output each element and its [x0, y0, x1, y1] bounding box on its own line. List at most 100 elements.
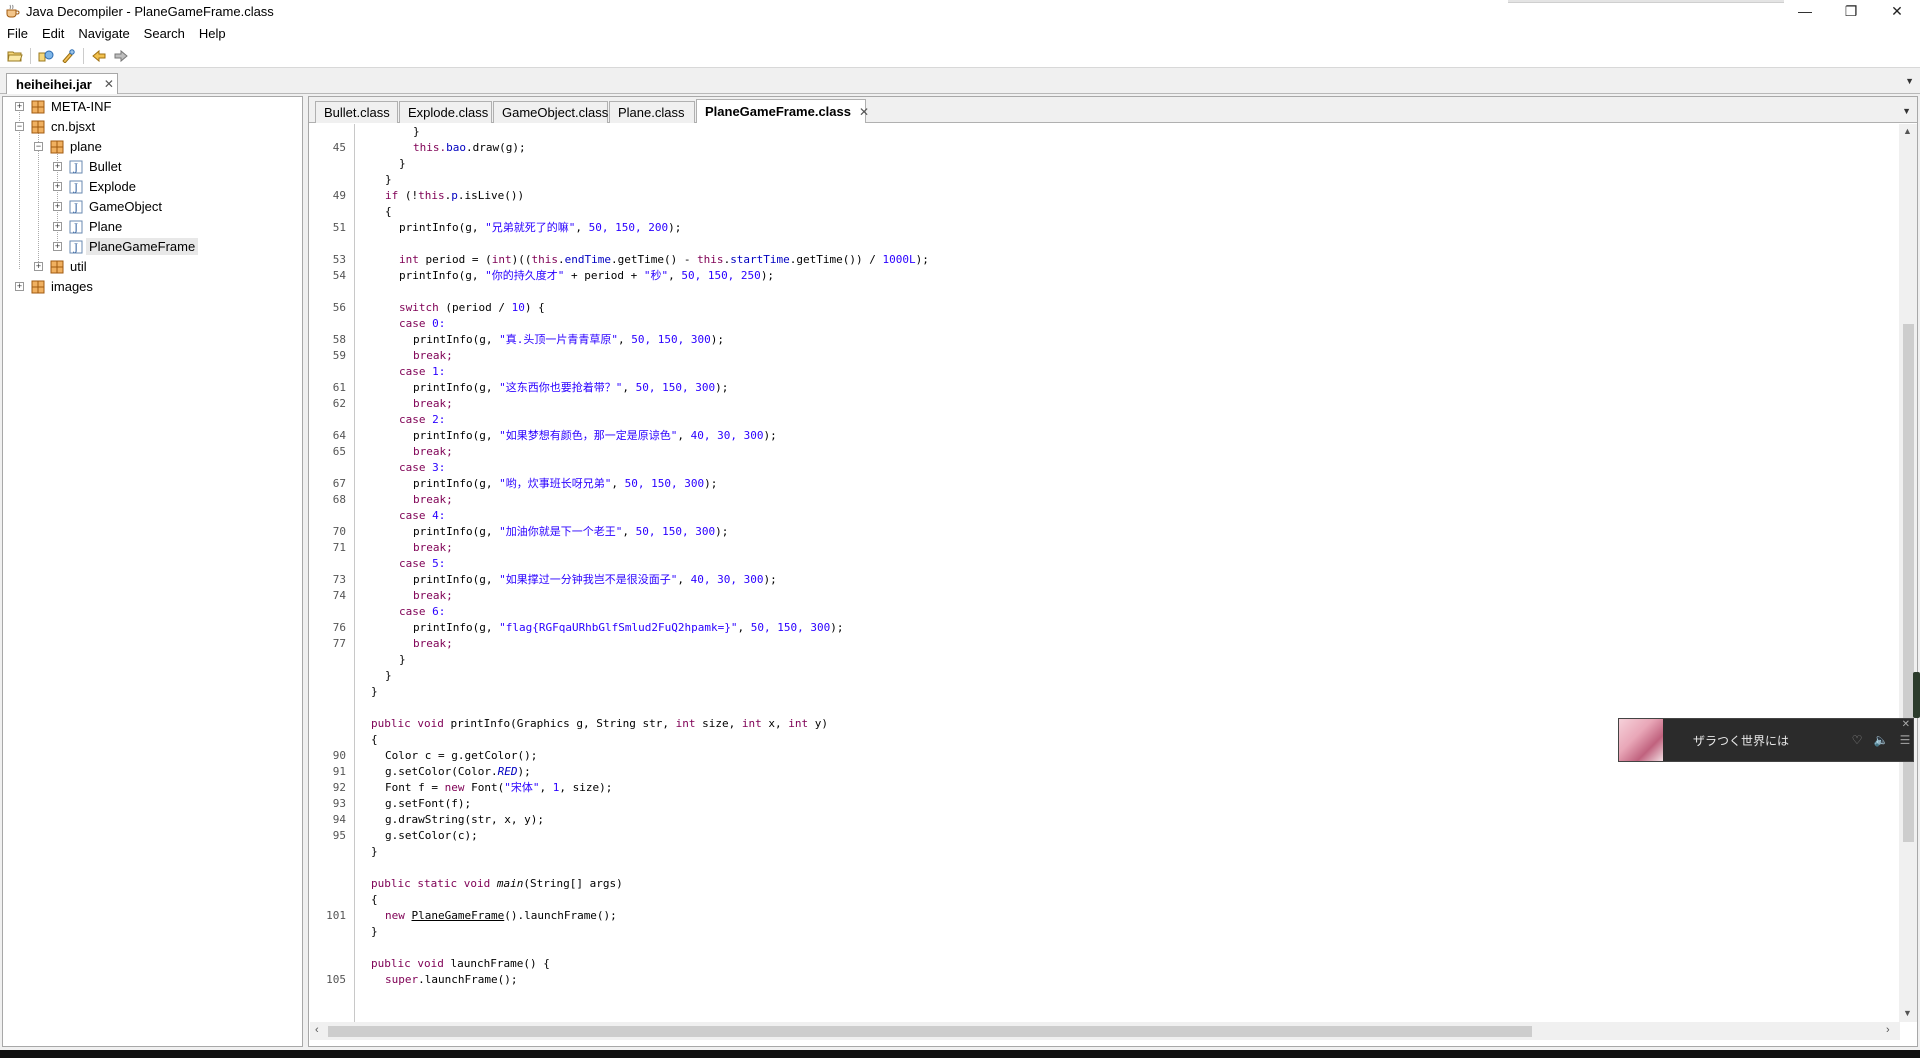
code-line: int period = (int)((this.endTime.getTime…	[399, 253, 929, 266]
scroll-left-icon[interactable]: ‹	[315, 1024, 319, 1036]
tree-item-planegameframe[interactable]: + J PlaneGameFrame	[3, 237, 299, 257]
code-line: printInfo(g, "如果梦想有颜色，那一定是原谅色", 40, 30, …	[413, 429, 777, 442]
volume-icon[interactable]: 🔈	[1873, 732, 1889, 748]
tab-gameobject-class[interactable]: GameObject.class	[493, 101, 608, 123]
tree-item-plane-class[interactable]: + J Plane	[3, 217, 299, 237]
open-type-button[interactable]	[35, 46, 57, 66]
restore-button[interactable]: ❐	[1828, 0, 1874, 22]
taskbar	[0, 1050, 1920, 1058]
tab-plane-class[interactable]: Plane.class	[609, 101, 695, 123]
code-line: public void printInfo(Graphics g, String…	[371, 717, 829, 730]
line-number: 61	[332, 381, 346, 394]
tree-item-images[interactable]: + images	[3, 277, 299, 297]
collapse-icon[interactable]: −	[34, 142, 43, 151]
tree-item-label: util	[70, 259, 87, 274]
tree-item-label: META-INF	[51, 99, 112, 114]
line-number: 92	[332, 781, 346, 794]
tree-item-util[interactable]: + util	[3, 257, 299, 277]
expand-icon[interactable]: +	[15, 282, 24, 291]
menu-file[interactable]: File	[0, 26, 35, 41]
package-icon	[50, 140, 64, 154]
close-icon[interactable]: ✕	[104, 77, 114, 91]
forward-button[interactable]	[110, 46, 132, 66]
playlist-icon[interactable]: ☰	[1897, 732, 1913, 748]
tree-item-label: GameObject	[89, 199, 162, 214]
scroll-right-icon[interactable]: ›	[1886, 1024, 1890, 1036]
collapse-icon[interactable]: −	[15, 122, 24, 131]
code-line: printInfo(g, "哟，炊事班长呀兄弟", 50, 150, 300);	[413, 477, 718, 490]
horizontal-scrollbar[interactable]: ‹ ›	[310, 1022, 1900, 1040]
tab-label: Plane.class	[618, 105, 685, 120]
desktop-side-tab[interactable]	[1913, 672, 1920, 718]
search-button[interactable]	[57, 46, 79, 66]
menu-edit[interactable]: Edit	[35, 26, 71, 41]
chevron-down-icon[interactable]: ▼	[1905, 76, 1914, 86]
code-line: printInfo(g, "真.头顶一片青青草原", 50, 150, 300)…	[413, 333, 724, 346]
scroll-down-icon[interactable]: ▼	[1903, 1008, 1912, 1018]
title-bar: Java Decompiler - PlaneGameFrame.class —…	[0, 0, 1920, 22]
package-tree: + META-INF − cn.bjsxt − plane + J Bullet…	[2, 96, 303, 1047]
line-number: 59	[332, 349, 346, 362]
code-line: Color c = g.getColor();	[385, 749, 538, 762]
code-line: printInfo(g, "你的持久度才" + period + "秒", 50…	[399, 269, 775, 282]
tree-item-cn-bjsxt[interactable]: − cn.bjsxt	[3, 117, 299, 137]
menu-help[interactable]: Help	[192, 26, 233, 41]
tab-planegameframe-class[interactable]: PlaneGameFrame.class ✕	[696, 99, 869, 123]
code-line: }	[385, 173, 392, 186]
menu-navigate[interactable]: Navigate	[71, 26, 136, 41]
expand-icon[interactable]: +	[53, 222, 62, 231]
tree-item-bullet[interactable]: + J Bullet	[3, 157, 299, 177]
code-line: }	[371, 845, 378, 858]
scrollbar-thumb[interactable]	[328, 1026, 1532, 1037]
vertical-scrollbar[interactable]: ▲ ▼	[1899, 124, 1917, 1022]
java-class-icon: J	[69, 160, 83, 174]
scroll-up-icon[interactable]: ▲	[1903, 126, 1912, 136]
expand-icon[interactable]: +	[53, 162, 62, 171]
menu-search[interactable]: Search	[137, 26, 192, 41]
tab-explode-class[interactable]: Explode.class	[399, 101, 492, 123]
close-button[interactable]: ✕	[1874, 0, 1920, 22]
expand-icon[interactable]: +	[53, 182, 62, 191]
class-link[interactable]: PlaneGameFrame	[412, 909, 505, 922]
line-number: 51	[332, 221, 346, 234]
editor-panel: Bullet.class Explode.class GameObject.cl…	[308, 96, 1918, 1047]
tree-item-meta-inf[interactable]: + META-INF	[3, 97, 299, 117]
scrollbar-thumb[interactable]	[1903, 324, 1914, 842]
code-view[interactable]: } this.bao.draw(g); } } if (!this.p.isLi…	[357, 124, 1897, 1022]
open-file-button[interactable]	[4, 46, 26, 66]
flag-code-line: printInfo(g, "flag{RGFqaURhbGlfSmlud2FuQ…	[413, 621, 844, 634]
minimize-button[interactable]: —	[1782, 0, 1828, 22]
open-type-icon	[38, 50, 54, 61]
code-line: printInfo(g, "如果撑过一分钟我岂不是很没面子", 40, 30, …	[413, 573, 777, 586]
code-line: super.launchFrame();	[385, 973, 518, 986]
close-icon[interactable]: ✕	[859, 105, 869, 119]
tree-item-label: PlaneGameFrame	[86, 238, 199, 255]
heart-icon[interactable]: ♡	[1849, 732, 1865, 748]
code-line: public void launchFrame() {	[371, 957, 550, 970]
line-number: 65	[332, 445, 346, 458]
line-number: 53	[332, 253, 346, 266]
code-line: }	[371, 685, 378, 698]
tree-item-explode[interactable]: + J Explode	[3, 177, 299, 197]
tab-label: GameObject.class	[502, 105, 609, 120]
chevron-down-icon[interactable]: ▼	[1902, 106, 1911, 116]
expand-icon[interactable]: +	[15, 102, 24, 111]
package-icon	[50, 260, 64, 274]
line-number: 64	[332, 429, 346, 442]
music-player-widget[interactable]: ザラつく世界には ♡ 🔈 ☰ ✕	[1618, 718, 1914, 762]
package-icon	[31, 120, 45, 134]
close-icon[interactable]: ✕	[1902, 719, 1910, 730]
expand-icon[interactable]: +	[34, 262, 43, 271]
line-number: 94	[332, 813, 346, 826]
expand-icon[interactable]: +	[53, 202, 62, 211]
tree-item-gameobject[interactable]: + J GameObject	[3, 197, 299, 217]
line-number: 105	[326, 973, 346, 986]
tab-bullet-class[interactable]: Bullet.class	[315, 101, 398, 123]
code-line: break;	[413, 637, 453, 650]
jar-tab[interactable]: heiheihei.jar ✕	[6, 73, 118, 94]
code-line: }	[399, 653, 406, 666]
expand-icon[interactable]: +	[53, 242, 62, 251]
code-line: break;	[413, 541, 453, 554]
back-button[interactable]	[88, 46, 110, 66]
tree-item-plane[interactable]: − plane	[3, 137, 299, 157]
